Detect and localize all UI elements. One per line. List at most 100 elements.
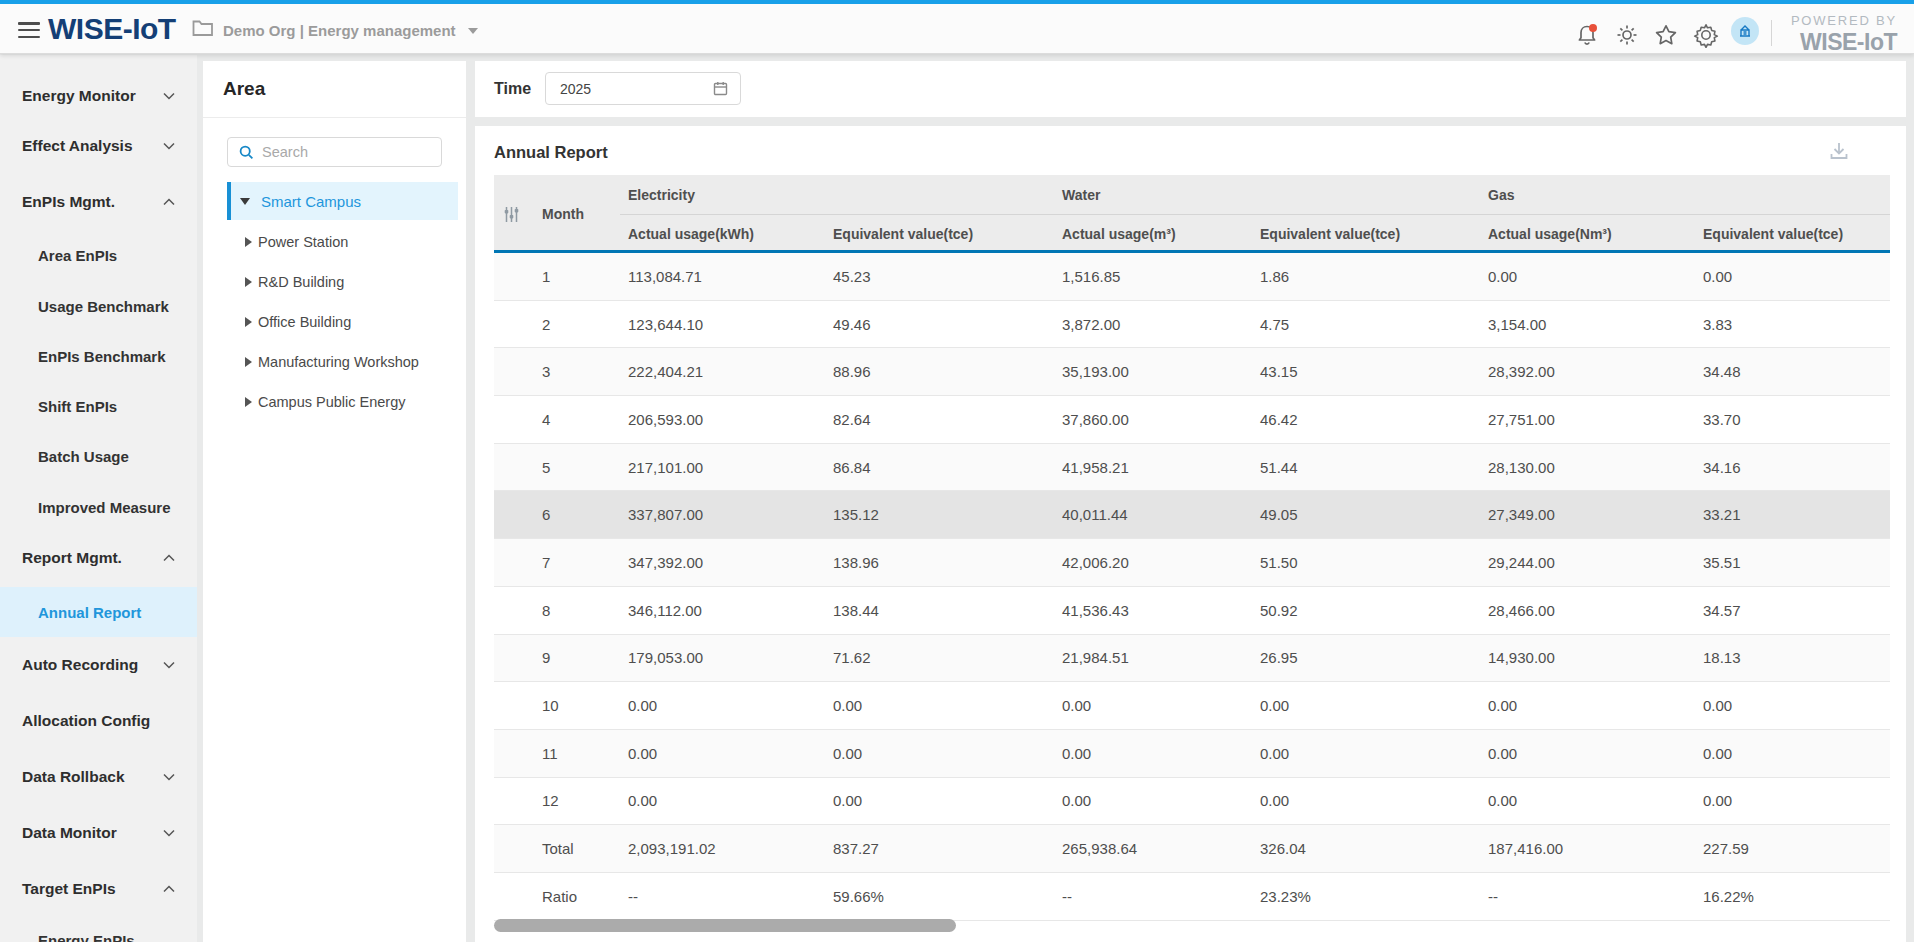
sidebar-item-usage-benchmark[interactable]: Usage Benchmark [0,284,197,328]
sidebar-item-annual-report[interactable]: Annual Report [0,587,197,637]
favorite-star-icon[interactable] [1652,21,1680,49]
tree-node-smart-campus[interactable]: Smart Campus [227,182,458,220]
sidebar-item-report-mgmt[interactable]: Report Mgmt. [0,536,197,580]
column-header[interactable]: Actual usage(kWh) [628,214,754,253]
chevron-down-icon [163,773,175,781]
cell: 45.23 [833,268,1062,285]
column-header[interactable]: Equivalent value(tce) [1703,214,1843,253]
chevron-up-icon [163,554,175,562]
cell: 0.00 [1488,792,1703,809]
download-icon[interactable] [1828,140,1850,162]
sidebar-item-auto-recording[interactable]: Auto Recording [0,643,197,687]
sidebar-item-batch-usage[interactable]: Batch Usage [0,434,197,478]
table-row-5[interactable]: 5217,101.0086.8441,958.2151.4428,130.003… [494,444,1890,492]
area-title-divider [203,117,466,118]
table-row-total[interactable]: Total2,093,191.02837.27265,938.64326.041… [494,825,1890,873]
table-row-1[interactable]: 1113,084.7145.231,516.851.860.000.00 [494,253,1890,301]
caret-right-icon[interactable] [245,277,252,287]
sidebar-item-shift-enpis[interactable]: Shift EnPIs [0,384,197,428]
column-header[interactable]: Equivalent value(tce) [833,214,973,253]
cell: 0.00 [833,745,1062,762]
sidebar-item-energy-monitor[interactable]: Energy Monitor [0,74,197,118]
sidebar-item-allocation-config[interactable]: Allocation Config [0,699,197,743]
caret-right-icon[interactable] [245,397,252,407]
cell-month: 12 [494,792,628,809]
sidebar-item-data-rollback[interactable]: Data Rollback [0,755,197,799]
table-row-10[interactable]: 100.000.000.000.000.000.00 [494,682,1890,730]
caret-right-icon[interactable] [245,237,252,247]
selected-accent-bar [227,182,231,220]
cell: 51.44 [1260,459,1488,476]
column-header[interactable]: Equivalent value(tce) [1260,214,1400,253]
table-row-4[interactable]: 4206,593.0082.6437,860.0046.4227,751.003… [494,396,1890,444]
cell: 138.96 [833,554,1062,571]
table-row-2[interactable]: 2123,644.1049.463,872.004.753,154.003.83 [494,301,1890,349]
tree-node-manufacturing-workshop[interactable]: Manufacturing Workshop [203,342,466,382]
sidebar-item-enpis-benchmark[interactable]: EnPIs Benchmark [0,334,197,378]
table-row-6[interactable]: 6337,807.00135.1240,011.4449.0527,349.00… [494,491,1890,539]
cell-month: 6 [494,506,628,523]
table-row-ratio[interactable]: Ratio--59.66%--23.23%--16.22% [494,873,1890,921]
cell-month: 11 [494,745,628,762]
table-row-12[interactable]: 120.000.000.000.000.000.00 [494,778,1890,826]
cell: 21,984.51 [1062,649,1260,666]
app-logo: WISE-IoT [48,12,176,46]
column-header-month[interactable]: Month [542,175,584,253]
column-header[interactable]: Actual usage(m³) [1062,214,1176,253]
cell: 0.00 [1488,268,1703,285]
table-row-9[interactable]: 9179,053.0071.6221,984.5126.9514,930.001… [494,635,1890,683]
cell: 187,416.00 [1488,840,1703,857]
org-folder-icon [192,18,214,37]
cell: 3,872.00 [1062,316,1260,333]
sidebar-item-energy-enpis[interactable]: Energy EnPIs [0,918,197,942]
tree-node-campus-public-energy[interactable]: Campus Public Energy [203,382,466,422]
table-row-8[interactable]: 8346,112.00138.4441,536.4350.9228,466.00… [494,587,1890,635]
user-avatar[interactable] [1731,17,1759,45]
org-breadcrumb[interactable]: Demo Org | Energy management [223,18,478,42]
cell: 326.04 [1260,840,1488,857]
search-input[interactable]: Search [227,137,442,167]
cell: 217,101.00 [628,459,833,476]
cell: 46.42 [1260,411,1488,428]
powered-by: POWERED BY WISE-IoT [1791,13,1897,56]
sidebar-item-data-monitor[interactable]: Data Monitor [0,811,197,855]
horizontal-scrollbar-thumb[interactable] [494,919,956,932]
column-header[interactable]: Actual usage(Nm³) [1488,214,1612,253]
year-picker[interactable]: 2025 [545,72,741,105]
table-row-7[interactable]: 7347,392.00138.9642,006.2051.5029,244.00… [494,539,1890,587]
sidebar-item-improved-measure[interactable]: Improved Measure [0,485,197,529]
settings-gear-icon[interactable] [1692,21,1720,49]
cell: 49.46 [833,316,1062,333]
time-toolbar: Time 2025 [475,61,1906,117]
column-filter-icon[interactable] [503,206,520,223]
cell: 1.86 [1260,268,1488,285]
cell: 837.27 [833,840,1062,857]
caret-down-icon[interactable] [240,198,250,205]
table-row-3[interactable]: 3222,404.2188.9635,193.0043.1528,392.003… [494,348,1890,396]
table-row-11[interactable]: 110.000.000.000.000.000.00 [494,730,1890,778]
cell: 0.00 [1260,697,1488,714]
tree-node-r-d-building[interactable]: R&D Building [203,262,466,302]
sidebar-item-effect-analysis[interactable]: Effect Analysis [0,124,197,168]
sidebar-item-area-enpis[interactable]: Area EnPIs [0,233,197,277]
cell: 0.00 [1062,792,1260,809]
cell-month: 9 [494,649,628,666]
menu-icon[interactable] [18,22,40,39]
cell: 28,392.00 [1488,363,1703,380]
theme-brightness-icon[interactable] [1613,21,1641,49]
cell: 26.95 [1260,649,1488,666]
chevron-up-icon [163,198,175,206]
caret-right-icon[interactable] [245,317,252,327]
sidebar-item-target-enpis[interactable]: Target EnPIs [0,867,197,911]
caret-right-icon[interactable] [245,357,252,367]
cell: 33.70 [1703,411,1890,428]
notifications-bell-icon[interactable] [1573,21,1601,49]
sidebar-item-label: Area EnPIs [38,247,117,264]
tree-node-office-building[interactable]: Office Building [203,302,466,342]
cell: 71.62 [833,649,1062,666]
search-placeholder: Search [262,144,308,160]
sidebar-item-label: Improved Measure [38,499,171,516]
tree-node-power-station[interactable]: Power Station [203,222,466,262]
cell: 4.75 [1260,316,1488,333]
sidebar-item-enpis-mgmt[interactable]: EnPIs Mgmt. [0,180,197,224]
